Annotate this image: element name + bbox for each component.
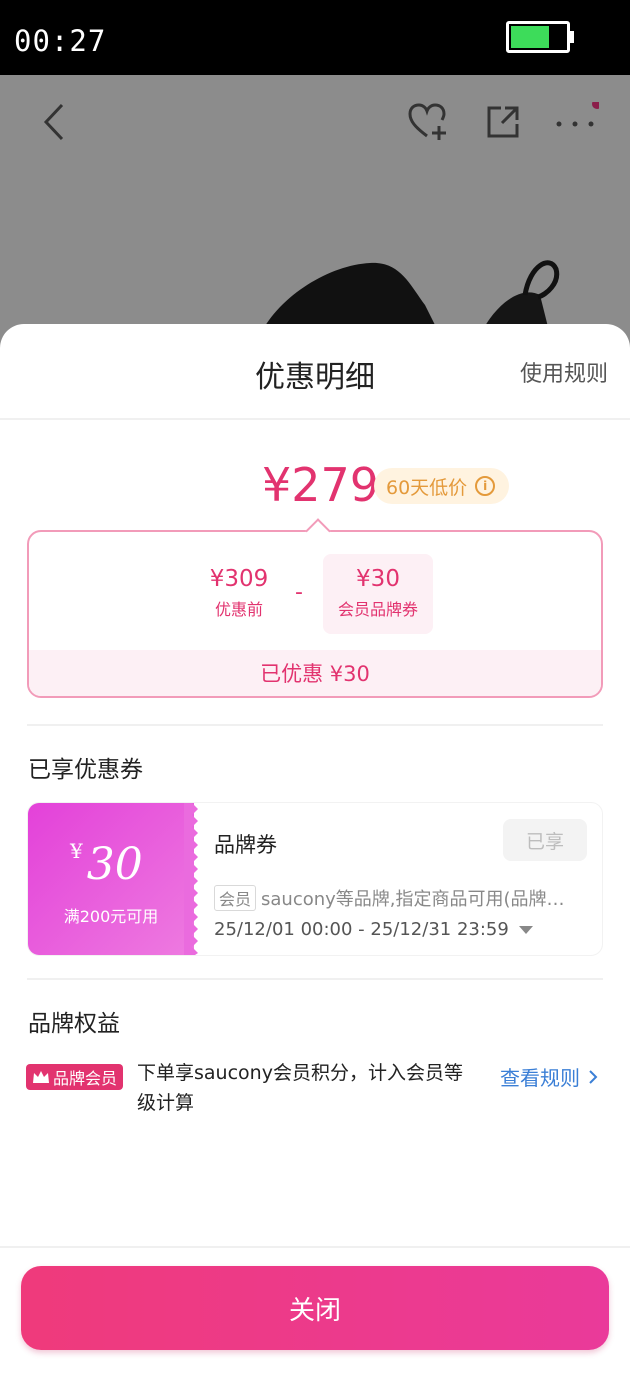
original-price-value: ¥309 [209, 566, 269, 592]
price-breakdown-box: ¥309 优惠前 - ¥30 会员品牌券 已优惠 ¥30 [27, 518, 603, 698]
footer-divider [0, 1246, 630, 1248]
discount-label: 会员品牌券 [337, 600, 418, 619]
battery-cap [570, 31, 574, 43]
close-button[interactable]: 关闭 [21, 1266, 609, 1350]
view-rules-label: 查看规则 [500, 1066, 580, 1090]
back-icon[interactable] [28, 95, 82, 149]
minus-operator: - [295, 580, 303, 605]
saved-amount-bar: 已优惠 ¥30 [29, 650, 601, 696]
section-divider [27, 978, 603, 980]
coupon-name: 品牌券 [214, 833, 277, 857]
low-price-badge[interactable]: 60天低价 i [374, 468, 510, 504]
brand-member-label: 品牌会员 [53, 1069, 118, 1088]
coupon-validity[interactable]: 25/12/01 00:00 - 25/12/31 23:59 [214, 919, 533, 940]
original-price-label: 优惠前 [214, 600, 263, 619]
price-row: ¥279 60天低价 i [0, 458, 630, 518]
benefits-section-title: 品牌权益 [28, 1011, 120, 1037]
more-icon[interactable] [548, 95, 602, 149]
discount-value: ¥30 [356, 566, 400, 592]
coupon-description: saucony等品牌,指定商品可用(品牌… [261, 889, 565, 910]
brand-member-badge: 品牌会员 [26, 1064, 124, 1090]
view-rules-link[interactable]: 查看规则 [500, 1062, 598, 1091]
original-price-block: ¥309 优惠前 [189, 566, 289, 620]
discount-block: ¥30 会员品牌券 [323, 566, 433, 620]
benefit-description: 下单享saucony会员积分，计入会员等级计算 [137, 1062, 463, 1114]
coupon-zigzag-edge [184, 803, 198, 955]
crown-icon [33, 1071, 49, 1083]
expand-down-icon [518, 925, 533, 934]
breakdown-pointer [305, 518, 331, 544]
usage-rules-link[interactable]: 使用规则 [520, 356, 608, 388]
status-time: 00:27 [14, 24, 107, 58]
coupon-currency: ¥ [70, 839, 83, 863]
coupon-value-panel: ¥30 满200元可用 [28, 803, 194, 955]
status-bar: 00:27 [0, 0, 630, 75]
member-tag: 会员 [214, 885, 257, 911]
battery-icon [506, 21, 570, 53]
coupon-status-button[interactable]: 已享 [503, 819, 587, 861]
battery-level-fill [511, 26, 549, 48]
final-price: ¥279 [262, 458, 380, 512]
coupon-amount: ¥30 [70, 839, 143, 890]
share-icon[interactable] [476, 95, 530, 149]
product-shoe-image [260, 260, 560, 335]
coupon-card[interactable]: ¥30 满200元可用 品牌券 已享 会员 saucony等品牌,指定商品可用(… [27, 802, 603, 956]
low-price-label: 60天低价 [386, 476, 468, 499]
coupons-section-title: 已享优惠券 [28, 757, 143, 783]
discount-detail-sheet: 优惠明细 使用规则 ¥279 60天低价 i ¥309 优惠前 - ¥30 会员… [0, 324, 630, 1400]
info-icon: i [475, 476, 496, 496]
chevron-right-icon [589, 1069, 598, 1084]
coupon-amount-value: 30 [86, 839, 143, 890]
section-divider [27, 724, 603, 726]
coupon-condition: 满200元可用 [63, 907, 159, 926]
coupon-validity-text: 25/12/01 00:00 - 25/12/31 23:59 [214, 919, 509, 940]
header-divider [0, 418, 630, 420]
favorite-add-icon[interactable] [402, 95, 456, 149]
